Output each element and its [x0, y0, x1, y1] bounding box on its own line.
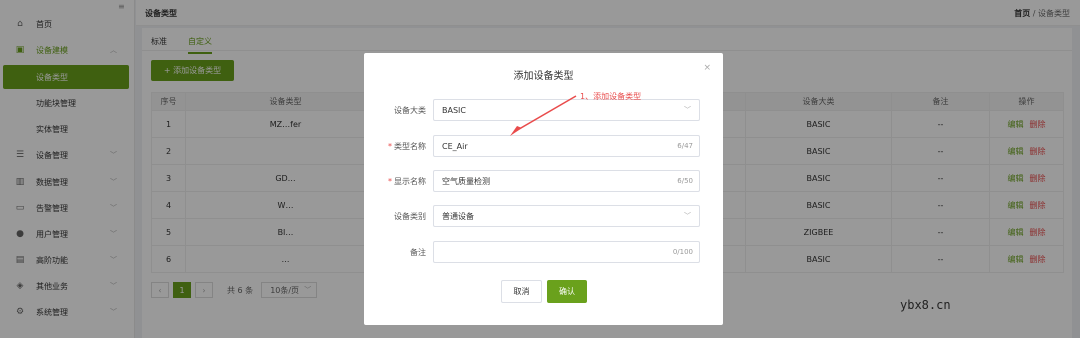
cancel-button[interactable]: 取消 [501, 280, 542, 303]
display-name-input[interactable]: 空气质量检测 6/50 [433, 170, 700, 192]
display-name-label-text: 显示名称 [394, 177, 426, 186]
dialog-title: 添加设备类型 [513, 71, 574, 82]
annotation-arrow-icon [510, 95, 577, 136]
device-class-value: 普通设备 [442, 211, 474, 221]
chevron-down-icon: ﹀ [684, 106, 691, 114]
category-label: 设备大类 [394, 106, 426, 115]
display-name-label: * 显示名称 [388, 176, 426, 187]
remark-counter: 0/100 [672, 248, 693, 256]
device-class-label: 设备类别 [394, 212, 426, 221]
remark-input[interactable]: 0/100 [433, 241, 700, 263]
annotation-text: 1、添加设备类型 [580, 92, 642, 101]
device-class-select[interactable]: 普通设备 ﹀ [433, 205, 700, 227]
chevron-down-icon: ﹀ [684, 212, 691, 220]
remark-label: 备注 [410, 248, 426, 257]
type-name-label-text: 类型名称 [394, 142, 426, 151]
type-name-counter: 6/47 [677, 142, 693, 150]
required-mark: * [388, 177, 392, 186]
form-row-remark: 备注 0/100 [364, 241, 723, 263]
confirm-button[interactable]: 确认 [547, 280, 587, 303]
display-name-counter: 6/50 [677, 177, 693, 185]
type-name-label: * 类型名称 [388, 141, 426, 152]
close-icon[interactable]: × [703, 63, 711, 73]
form-row-device-class: 设备类别 普通设备 ﹀ [364, 205, 723, 227]
display-name-value: 空气质量检测 [442, 176, 490, 186]
form-row-display-name: * 显示名称 空气质量检测 6/50 [364, 170, 723, 192]
category-value: BASIC [442, 105, 466, 115]
required-mark: * [388, 142, 392, 151]
watermark: ybx8.cn [900, 298, 951, 312]
type-name-value: CE_Air [442, 141, 468, 151]
